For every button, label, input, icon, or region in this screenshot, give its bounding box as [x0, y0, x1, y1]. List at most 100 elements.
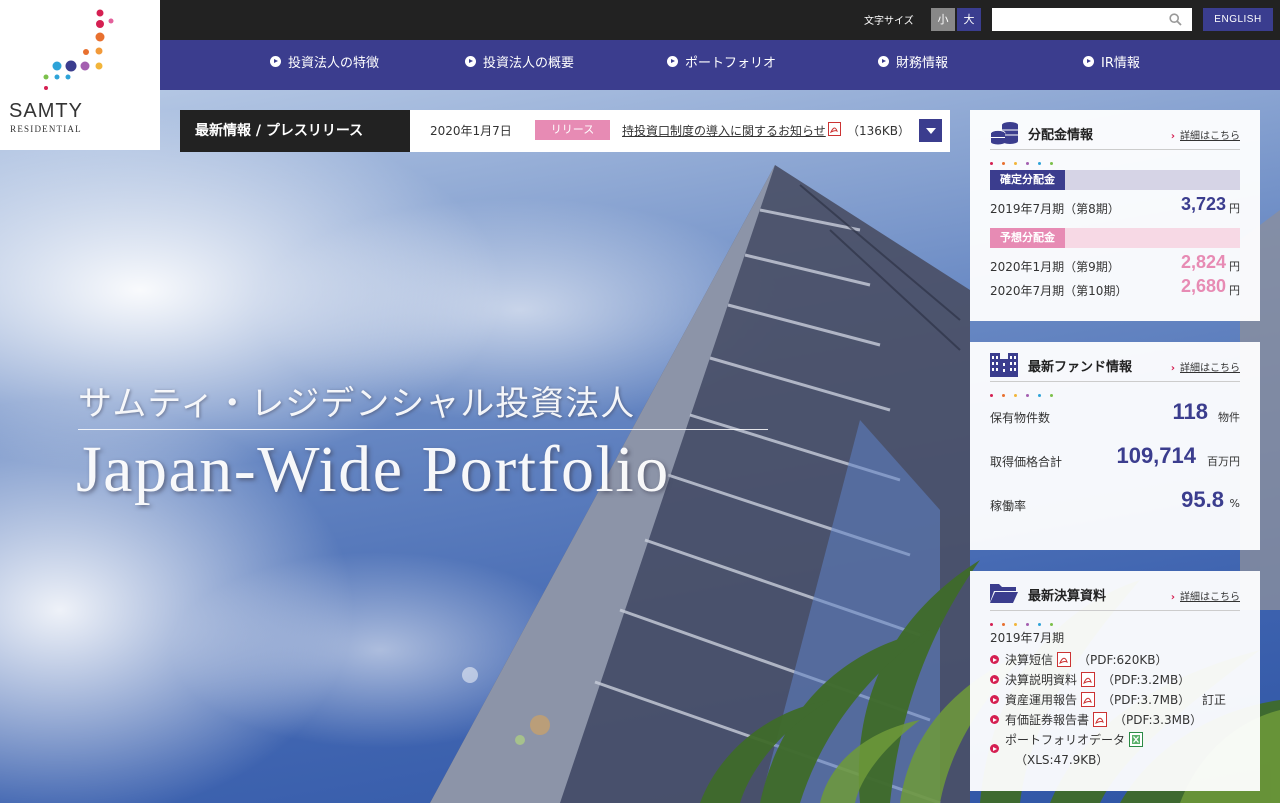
news-dropdown-button[interactable]	[919, 119, 942, 142]
nav-item-label: 財務情報	[896, 56, 949, 71]
news-category-badge: リリース	[535, 120, 610, 140]
site-logo[interactable]: SAMTY RESIDENTIAL	[0, 0, 160, 150]
distribution-row: 2020年7月期（第10期） 2,680 円	[990, 276, 1240, 300]
hero-title-jp: サムティ・レジデンシャル投資法人	[78, 384, 636, 424]
coin-stack-icon	[990, 122, 1018, 145]
logo-subtitle: RESIDENTIAL	[10, 124, 82, 134]
stat-label: 保有物件数	[990, 411, 1051, 425]
news-ticker: 2020年1月7日 リリース 持投資口制度の導入に関するお知らせ （136KB）	[410, 110, 950, 152]
panel-header: 最新ファンド情報 詳細はこちら	[990, 342, 1240, 397]
distribution-value: 2,680	[1180, 276, 1226, 296]
pdf-icon	[1057, 652, 1072, 667]
fund-stat-row: 取得価格合計 109,714 百万円	[990, 431, 1240, 475]
search-input[interactable]	[992, 8, 1162, 31]
stat-value: 109,714	[1116, 443, 1196, 468]
arrow-circle-icon	[878, 56, 889, 67]
fund-stat-row: 保有物件数 118 物件	[990, 387, 1240, 431]
arrow-circle-icon	[270, 56, 281, 67]
report-size: （PDF:620KB）	[1078, 653, 1168, 667]
hero-title-en: Japan-Wide Portfolio	[76, 433, 670, 506]
report-list: 決算短信 （PDF:620KB） 決算説明資料 （PDF:3.2MB） 資産運用報告…	[990, 651, 1250, 771]
report-size: （PDF:3.2MB）	[1102, 673, 1191, 687]
distribution-value: 2,824	[1180, 252, 1226, 272]
report-name: 有価証券報告書	[1005, 713, 1090, 727]
english-button[interactable]: ENGLISH	[1203, 8, 1273, 31]
news-section-label: 最新情報 / プレスリリース	[180, 110, 410, 152]
arrow-circle-icon	[667, 56, 678, 67]
nav-item-portfolio[interactable]: ポートフォリオ	[667, 40, 776, 90]
report-link[interactable]: 有価証券報告書 （PDF:3.3MB）	[990, 711, 1250, 731]
report-size: （PDF:3.7MB）	[1102, 693, 1191, 707]
distribution-row: 2019年7月期（第8期） 3,723 円	[990, 194, 1240, 218]
report-size: （XLS:47.9KB）	[1015, 753, 1109, 767]
nav-item-label: 投資法人の特徴	[288, 56, 380, 71]
report-link[interactable]: 決算短信 （PDF:620KB）	[990, 651, 1250, 671]
color-dots-decoration	[990, 611, 1062, 626]
report-size: （PDF:3.3MB）	[1114, 713, 1203, 727]
details-link[interactable]: 詳細はこちら	[1171, 588, 1240, 603]
font-size-large-button[interactable]: 大	[957, 8, 981, 31]
search-box	[992, 8, 1192, 31]
report-name: 決算短信	[1005, 653, 1054, 667]
panel-title: 分配金情報	[1028, 128, 1094, 143]
forecast-distribution-header: 予想分配金	[990, 228, 1240, 248]
font-size-small-button[interactable]: 小	[931, 8, 955, 31]
fund-stat-row: 稼働率 95.8 %	[990, 475, 1240, 519]
correction-link[interactable]: 訂正	[1202, 693, 1226, 707]
distribution-row: 2020年1月期（第9期） 2,824 円	[990, 252, 1240, 276]
arrow-circle-icon	[465, 56, 476, 67]
news-title-link[interactable]: 持投資口制度の導入に関するお知らせ	[622, 122, 841, 139]
details-link[interactable]: 詳細はこちら	[1171, 127, 1240, 142]
nav-item-features[interactable]: 投資法人の特徴	[270, 40, 379, 90]
unit-label: 百万円	[1207, 455, 1240, 468]
report-name: 決算説明資料	[1005, 673, 1078, 687]
details-link[interactable]: 詳細はこちら	[1171, 359, 1240, 374]
excel-icon	[1129, 732, 1144, 747]
logo-wordmark: SAMTY	[9, 100, 83, 122]
pdf-icon	[1081, 692, 1096, 707]
pdf-icon	[1093, 712, 1108, 727]
unit-label: 円	[1229, 284, 1240, 297]
report-link[interactable]: 資産運用報告 （PDF:3.7MB） 訂正	[990, 691, 1250, 711]
report-name: 資産運用報告	[1005, 693, 1078, 707]
unit-label: 円	[1229, 202, 1240, 215]
stat-value: 118	[1172, 399, 1209, 424]
unit-label: 円	[1229, 260, 1240, 273]
stat-label: 取得価格合計	[990, 455, 1063, 469]
utility-bar: 文字サイズ 小 大 ENGLISH	[160, 0, 1280, 40]
search-icon[interactable]	[1169, 13, 1182, 26]
hero-divider	[78, 429, 768, 430]
report-name: ポートフォリオデータ	[1005, 733, 1126, 747]
distribution-value: 3,723	[1180, 194, 1226, 214]
main-nav: 投資法人の特徴 投資法人の概要 ポートフォリオ 財務情報 IR情報	[160, 40, 1280, 90]
panel-title: 最新ファンド情報	[1028, 360, 1133, 375]
report-link[interactable]: 決算説明資料 （PDF:3.2MB）	[990, 671, 1250, 691]
distribution-panel: 分配金情報 詳細はこちら 確定分配金 2019年7月期（第8期） 3,723 円…	[970, 110, 1260, 321]
font-size-label: 文字サイズ	[864, 16, 914, 27]
report-period: 2019年7月期	[990, 631, 1065, 645]
building-icon	[990, 353, 1018, 377]
stat-label: 稼働率	[990, 499, 1027, 513]
nav-item-label: IR情報	[1101, 56, 1140, 71]
nav-item-financial[interactable]: 財務情報	[878, 40, 948, 90]
news-file-size: （136KB）	[847, 124, 911, 138]
nav-item-label: ポートフォリオ	[685, 56, 777, 71]
report-link[interactable]: ポートフォリオデータ （XLS:47.9KB）	[990, 731, 1250, 771]
financial-reports-panel: 最新決算資料 詳細はこちら 2019年7月期 決算短信 （PDF:620KB） 決…	[970, 571, 1260, 791]
pdf-icon	[827, 122, 841, 136]
stat-value: 95.8	[1181, 487, 1224, 512]
panel-header: 分配金情報 詳細はこちら	[990, 110, 1240, 165]
pdf-icon	[1081, 672, 1096, 687]
period-label: 2020年1月期（第9期）	[990, 260, 1120, 274]
period-label: 2019年7月期（第8期）	[990, 202, 1120, 216]
nav-item-label: 投資法人の概要	[483, 56, 575, 71]
nav-item-overview[interactable]: 投資法人の概要	[465, 40, 574, 90]
unit-label: 物件	[1218, 411, 1240, 424]
fixed-distribution-header: 確定分配金	[990, 170, 1240, 190]
news-title-text: 持投資口制度の導入に関するお知らせ	[622, 124, 826, 138]
nav-item-ir[interactable]: IR情報	[1083, 40, 1140, 90]
panel-title: 最新決算資料	[1028, 589, 1107, 604]
panel-header: 最新決算資料 詳細はこちら	[990, 571, 1240, 626]
color-dots-decoration	[990, 150, 1062, 165]
color-dots-decoration	[990, 382, 1062, 397]
